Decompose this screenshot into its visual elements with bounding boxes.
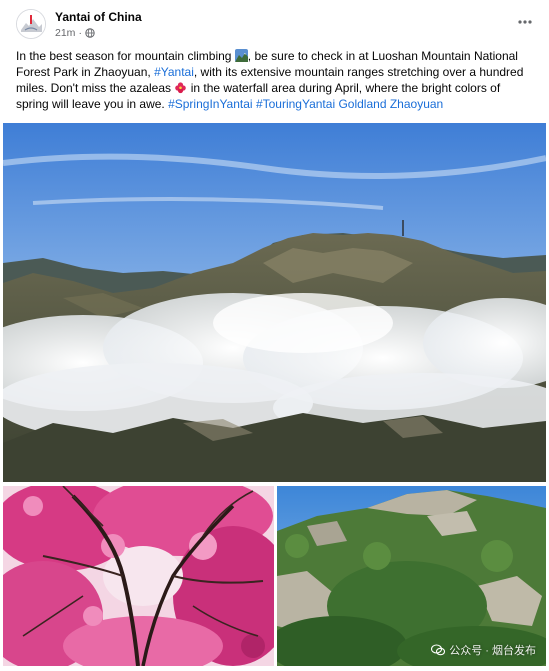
- wechat-icon: [431, 644, 446, 656]
- azalea-blossoms-photo[interactable]: [3, 486, 274, 666]
- post-meta: 21m ·: [55, 27, 95, 39]
- hashtag-yantai-link[interactable]: #Yantai: [154, 65, 194, 79]
- mountain-emoji-icon: [234, 49, 248, 62]
- facebook-post: Yantai of China 21m · In the best season…: [0, 0, 549, 671]
- post-text: In the best season for mountain climbing…: [16, 49, 524, 111]
- green-rocky-mountain-photo[interactable]: 公众号 · 烟台发布: [277, 486, 546, 666]
- more-options-button[interactable]: [513, 12, 537, 32]
- watermark-text: 公众号 · 烟台发布: [449, 645, 536, 657]
- globe-icon: [85, 28, 95, 38]
- page-avatar[interactable]: [16, 9, 46, 39]
- wechat-watermark: 公众号 · 烟台发布: [431, 642, 536, 658]
- post-time[interactable]: 21m: [55, 27, 75, 39]
- hashtag-zhaoyuan-link[interactable]: Zhaoyuan: [390, 97, 443, 111]
- more-dots-icon: [518, 20, 532, 24]
- mountain-clouds-photo[interactable]: [3, 123, 546, 482]
- hashtag-touringyantai-link[interactable]: #TouringYantai: [256, 97, 335, 111]
- azalea-emoji-icon: [174, 81, 187, 94]
- page-name[interactable]: Yantai of China: [55, 10, 142, 24]
- hashtag-goldland-link[interactable]: Goldland: [338, 97, 386, 111]
- yantai-logo-icon: [17, 10, 45, 38]
- hashtag-springinyantai-link[interactable]: #SpringInYantai: [168, 97, 253, 111]
